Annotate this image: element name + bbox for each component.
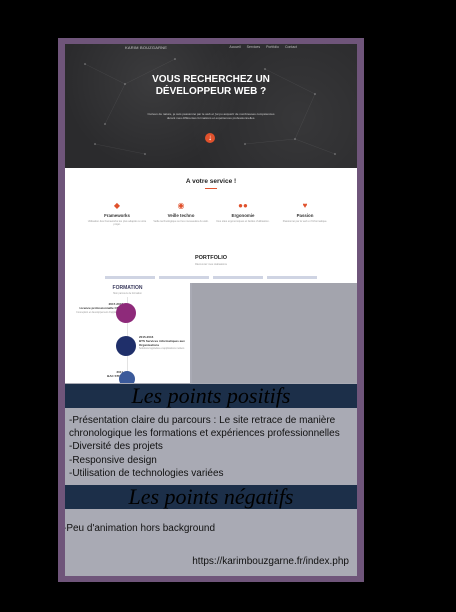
portfolio-thumb[interactable] — [267, 276, 317, 279]
service-section: A votre service ! ◆ Frameworks Utilisati… — [65, 168, 357, 283]
nav-link-contact[interactable]: Contact — [285, 45, 297, 49]
entry-title: BAC STI2D — [107, 373, 123, 378]
entry-desc: Solutions logicielles et applications mé… — [139, 347, 185, 351]
portfolio-subtitle: Découvrez mes réalisations — [195, 263, 227, 266]
portfolio-title: PORTFOLIO — [194, 255, 228, 261]
slide-content: KARIM BOUZGARNE Accueil Services Portfol… — [65, 44, 357, 576]
positive-list: -Présentation claire du parcours : Le si… — [69, 414, 355, 480]
nav-link-services[interactable]: Services — [247, 45, 260, 49]
timeline-entry: 2011 BAC STI2D — [73, 370, 123, 379]
formation-subtitle: Mon parcours de formation — [113, 292, 142, 295]
service-name: Ergonomie — [231, 213, 255, 218]
school-logo — [116, 336, 136, 356]
portfolio-thumb[interactable] — [213, 276, 263, 279]
hero-title-line1: VOUS RECHERCHEZ UN — [152, 74, 270, 85]
list-item: -Peu d'animation hors background — [65, 523, 216, 534]
service-name: Frameworks — [104, 213, 130, 218]
site-logo-text[interactable]: KARIM BOUZGARNE — [125, 45, 167, 50]
constellation-background — [84, 57, 337, 155]
service-item-frameworks: ◆ Frameworks Utilisation des frameworks … — [87, 201, 147, 227]
users-icon: ●● — [238, 201, 248, 210]
eye-icon: ◉ — [177, 201, 185, 210]
formation-section: FORMATION Mon parcours de formation 2017… — [65, 283, 190, 383]
list-item: -Responsive design — [69, 454, 157, 466]
service-name: Veille techno — [167, 213, 195, 218]
hero-title-line2: DÉVELOPPEUR WEB ? — [155, 86, 267, 97]
nav-link-accueil[interactable]: Accueil — [229, 45, 240, 49]
list-item: -Présentation claire du parcours : Le si… — [69, 415, 336, 426]
arrow-down-icon[interactable]: ↓ — [205, 133, 215, 143]
diamond-icon: ◆ — [113, 201, 121, 210]
list-item: chronologique les formations et expérien… — [69, 428, 340, 440]
portfolio-thumb[interactable] — [105, 276, 155, 279]
website-hero: KARIM BOUZGARNE Accueil Services Portfol… — [65, 44, 357, 168]
heart-icon: ♥ — [302, 201, 308, 210]
site-url[interactable]: https://karimbouzgarne.fr/index.php — [192, 556, 349, 567]
formation-title: FORMATION — [112, 285, 143, 291]
list-item: -Diversité des projets — [69, 441, 163, 453]
service-item-passion: ♥ Passion Passionné par le web et l'info… — [275, 201, 335, 223]
nav-link-portfolio[interactable]: Portfolio — [266, 45, 279, 49]
positive-heading: Les points positifs — [65, 384, 357, 408]
timeline-entry: 2015-2016 BTS Services informatiques aux… — [139, 335, 187, 351]
service-desc: Veille technologique sur les nouveautés … — [153, 220, 209, 223]
service-desc: Des sites ergonomiques et faciles d'util… — [216, 220, 270, 223]
negative-list: -Peu d'animation hors background — [65, 522, 349, 535]
hero-title: VOUS RECHERCHEZ UN DÉVELOPPEUR WEB ? — [65, 74, 357, 98]
empty-panel — [192, 283, 357, 383]
hero-subtitle: Curieux de nature, je suis passionné par… — [147, 112, 275, 121]
service-item-veille: ◉ Veille techno Veille technologique sur… — [151, 201, 211, 223]
service-desc: Utilisation des frameworks les plus adap… — [87, 220, 147, 227]
list-item: -Utilisation de technologies variées — [69, 467, 224, 479]
site-nav: Accueil Services Portfolio Contact — [229, 45, 297, 49]
service-desc: Passionné par le web et l'informatique. — [282, 220, 328, 223]
school-logo — [116, 303, 136, 323]
title-divider — [205, 188, 217, 189]
service-name: Passion — [296, 213, 314, 218]
negative-heading: Les points négatifs — [65, 485, 357, 509]
portfolio-thumb[interactable] — [159, 276, 209, 279]
service-item-ergonomie: ●● Ergonomie Des sites ergonomiques et f… — [213, 201, 273, 223]
school-logo — [119, 371, 135, 383]
portfolio-thumbnails — [105, 276, 317, 279]
slide-frame: KARIM BOUZGARNE Accueil Services Portfol… — [58, 38, 364, 582]
entry-title: BTS Services informatiques aux Organisat… — [139, 338, 185, 347]
service-title: A votre service ! — [185, 178, 237, 185]
